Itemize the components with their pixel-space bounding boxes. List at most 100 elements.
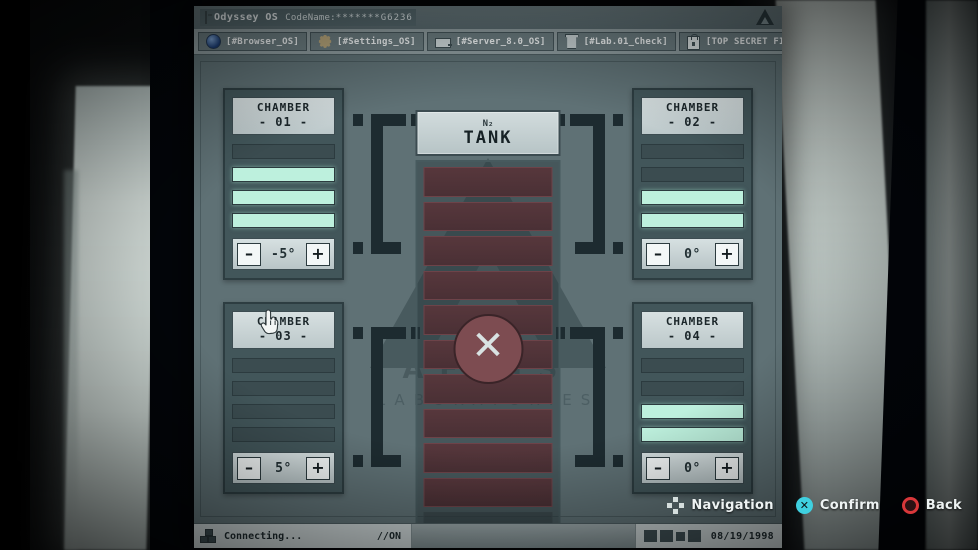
tab-settings-os[interactable]: [#Settings_OS] (310, 32, 424, 51)
tab-browser-os[interactable]: [#Browser_OS] (198, 32, 308, 51)
tank-segment (423, 443, 553, 473)
chamber-01-number: - 01 - (258, 114, 309, 129)
chamber-03-temperature-value: 5° (275, 460, 292, 476)
prompt-confirm[interactable]: ✕ Confirm (795, 497, 880, 514)
tank-segment (423, 201, 553, 232)
chamber-01-bars (232, 144, 335, 229)
chamber-03-bar-3 (232, 404, 335, 420)
chamber-01-bar-3 (232, 190, 335, 206)
window-title: Odyssey OS (214, 12, 279, 23)
chamber-01-bar-1 (232, 144, 335, 160)
nitrogen-tank: N₂ TANK ✕ (415, 110, 561, 523)
chamber-03-decrease-button[interactable]: – (237, 456, 261, 480)
x-button-icon: ✕ (795, 497, 813, 514)
prompt-confirm-label: Confirm (819, 498, 880, 513)
nodes-icon[interactable] (687, 530, 701, 542)
chamber-04-header: CHAMBER - 04 - (641, 311, 744, 350)
tank-title: TANK (463, 127, 513, 148)
prompt-navigation: Navigation (667, 497, 774, 514)
chamber-01-temperature-control: – -5° + (232, 238, 335, 271)
light-shaft-left-edge (64, 170, 78, 550)
tab-bar: [#Browser_OS] [#Settings_OS] [#Server_8.… (194, 29, 782, 55)
lab-door-icon (564, 34, 579, 49)
wifi-icon[interactable] (675, 531, 685, 541)
chamber-03-bar-1 (232, 358, 335, 374)
connection-status: Connecting... //ON (194, 524, 412, 548)
chamber-03-header: CHAMBER - 03 - (232, 311, 335, 350)
tank-segment (423, 270, 553, 301)
chamber-04-bar-3 (641, 404, 744, 420)
pipe-chamber-03 (353, 327, 401, 467)
tab-server-os[interactable]: [#Server_8.0_OS] (426, 32, 554, 51)
tab-settings-os-label: [#Settings_OS] (337, 36, 416, 47)
network-share-icon[interactable] (659, 530, 673, 542)
chamber-04-increase-button[interactable]: + (715, 456, 739, 480)
connection-state: //ON (376, 530, 401, 542)
tab-top-secret-files-label: [TOP SECRET FILES] (705, 36, 782, 47)
chamber-02-temperature-control: – 0° + (641, 238, 744, 271)
status-bar-spacer (412, 524, 635, 548)
tank-segment-empty (423, 512, 553, 523)
globe-icon (206, 34, 221, 49)
chamber-04-title: CHAMBER (665, 315, 720, 328)
pipe-chamber-04 (575, 327, 623, 467)
tab-top-secret-files[interactable]: [TOP SECRET FILES] (678, 32, 782, 51)
chamber-01-increase-button[interactable]: + (305, 242, 330, 266)
circle-button-icon (901, 497, 919, 514)
chamber-03-bars (232, 358, 335, 443)
prompt-back[interactable]: Back (901, 497, 962, 514)
chamber-01-temperature-value: -5° (271, 246, 296, 262)
prompt-navigation-label: Navigation (691, 498, 774, 513)
chamber-03-temperature-control: – 5° + (232, 452, 335, 485)
lock-icon (686, 34, 701, 50)
tray-icons (643, 530, 701, 542)
chamber-04-temperature-value: 0° (684, 460, 701, 476)
prompt-back-label: Back (925, 498, 962, 513)
chamber-01-header: CHAMBER - 01 - (232, 97, 335, 136)
tank-segment (423, 477, 553, 508)
gear-icon (318, 35, 332, 48)
chamber-02-header: CHAMBER - 02 - (641, 97, 744, 136)
chamber-panel-01: CHAMBER - 01 - – -5° + (223, 88, 344, 281)
chamber-04-bars (641, 358, 744, 443)
light-shaft-far-right (926, 0, 978, 550)
chamber-03-increase-button[interactable]: + (306, 456, 330, 480)
tank-header: N₂ TANK (415, 110, 561, 156)
chamber-panel-04: CHAMBER - 04 - – 0° + (632, 302, 753, 495)
chamber-01-bar-2 (232, 167, 335, 183)
chamber-panel-02: CHAMBER - 02 - – 0° + (632, 88, 753, 281)
chamber-02-bar-2 (641, 167, 744, 183)
chamber-03-bar-4 (232, 427, 335, 443)
terminal-icon[interactable] (643, 530, 657, 542)
system-date: 08/19/1998 (710, 530, 774, 542)
titlebar-content: Odyssey OS CodeName:*******G6236 (200, 9, 416, 26)
tab-lab-01-check-label: [#Lab.01_Check] (583, 36, 668, 47)
chamber-04-decrease-button[interactable]: – (646, 456, 670, 480)
chamber-01-title: CHAMBER (256, 101, 311, 114)
tank-segment (423, 408, 553, 439)
chamber-01-decrease-button[interactable]: – (237, 242, 261, 266)
chamber-02-bar-4 (641, 213, 744, 229)
chamber-02-increase-button[interactable]: + (715, 242, 739, 266)
chamber-02-title: CHAMBER (665, 101, 720, 114)
tab-lab-01-check[interactable]: [#Lab.01_Check] (556, 32, 676, 51)
chamber-02-bar-1 (641, 144, 744, 160)
codename-label: CodeName:*******G6236 (285, 13, 413, 23)
chamber-04-bar-2 (641, 381, 744, 397)
network-icon (200, 529, 216, 543)
control-prompts: Navigation ✕ Confirm Back (667, 497, 962, 514)
chamber-panel-03: CHAMBER - 03 - – 5° + (223, 302, 344, 495)
dpad-icon (667, 497, 685, 514)
tank-segment (423, 167, 553, 197)
codename-label-text: CodeName: (285, 12, 336, 23)
connection-text: Connecting... (224, 530, 303, 542)
pipe-chamber-02 (575, 114, 623, 254)
chamber-04-bar-4 (641, 427, 744, 443)
pipe-chamber-01 (353, 114, 401, 254)
tab-browser-os-label: [#Browser_OS] (226, 36, 300, 47)
chamber-04-number: - 04 - (667, 328, 718, 343)
status-tray: 08/19/1998 (634, 524, 782, 548)
chamber-02-decrease-button[interactable]: – (646, 242, 670, 266)
x-cross-icon: ✕ (453, 314, 523, 384)
tank-segment (423, 236, 553, 266)
